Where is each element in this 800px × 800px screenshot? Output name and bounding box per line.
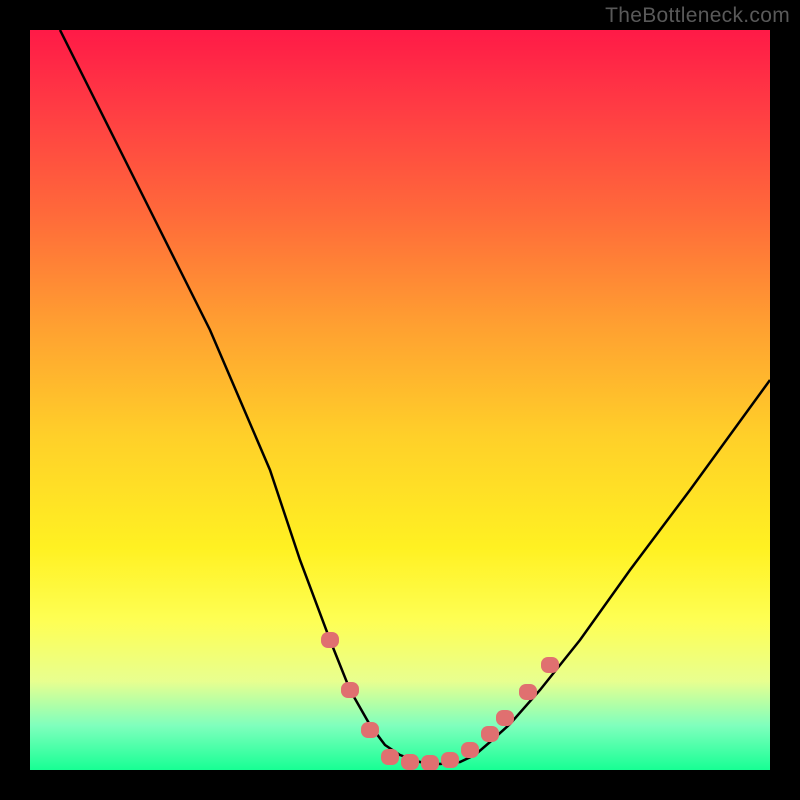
curve-marker bbox=[441, 752, 459, 768]
curve-marker bbox=[481, 726, 499, 742]
chart-svg bbox=[30, 30, 770, 770]
curve-marker bbox=[461, 742, 479, 758]
curve-marker bbox=[381, 749, 399, 765]
curve-marker bbox=[401, 754, 419, 770]
curve-marker bbox=[321, 632, 339, 648]
curve-marker bbox=[361, 722, 379, 738]
watermark-text: TheBottleneck.com bbox=[605, 4, 790, 28]
bottleneck-curve bbox=[60, 30, 770, 764]
curve-marker bbox=[541, 657, 559, 673]
curve-marker bbox=[496, 710, 514, 726]
curve-marker bbox=[421, 755, 439, 770]
curve-marker bbox=[341, 682, 359, 698]
curve-marker bbox=[519, 684, 537, 700]
chart-frame: TheBottleneck.com bbox=[0, 0, 800, 800]
chart-plot-area bbox=[30, 30, 770, 770]
